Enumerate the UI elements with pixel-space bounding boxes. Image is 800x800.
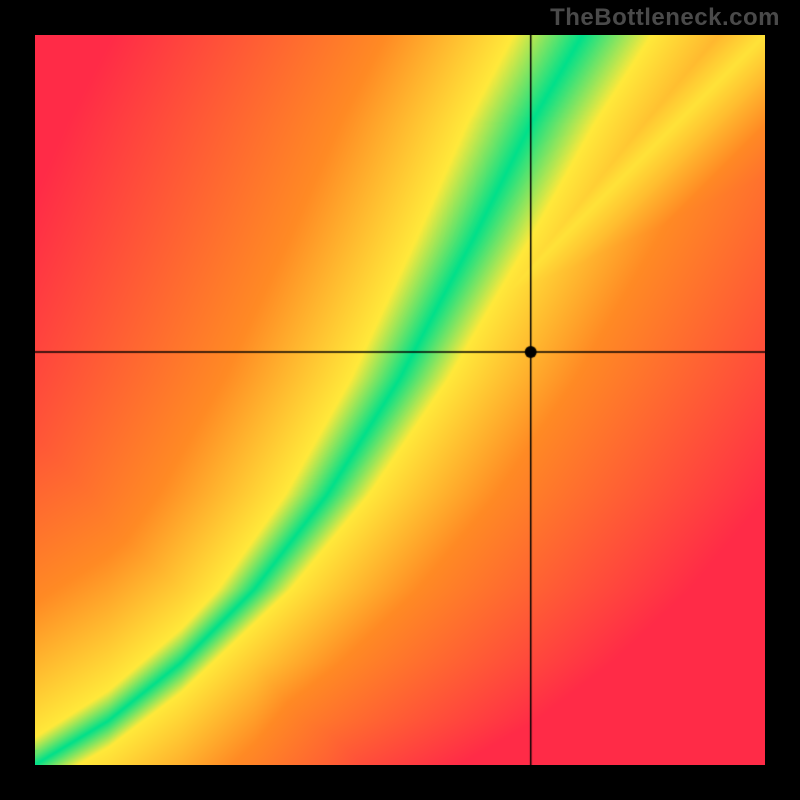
bottleneck-heatmap (35, 35, 765, 765)
watermark: TheBottleneck.com (550, 4, 780, 32)
chart-frame: TheBottleneck.com (0, 0, 800, 800)
